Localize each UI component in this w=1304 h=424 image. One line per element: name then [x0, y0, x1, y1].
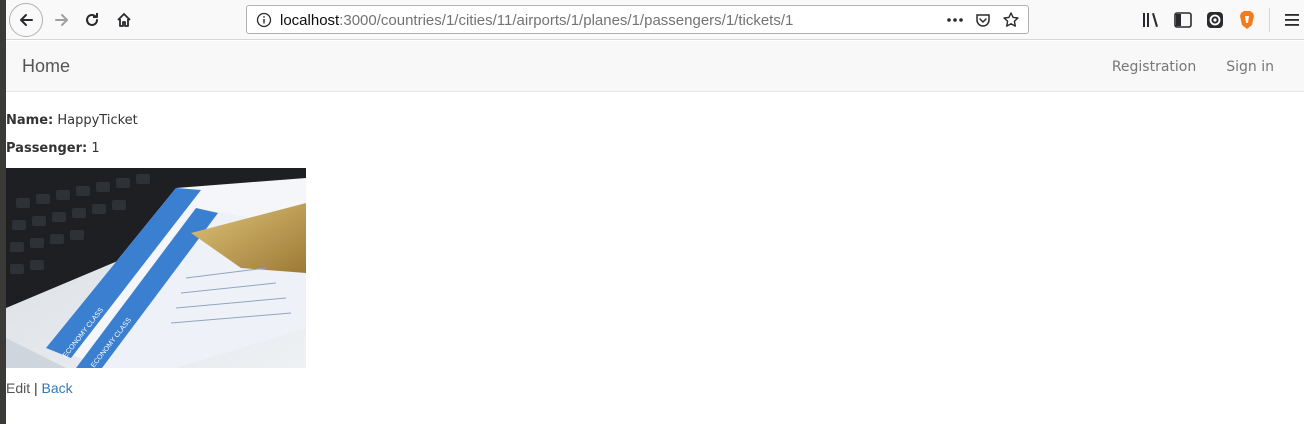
url-text: localhost:3000/countries/1/cities/11/air…	[280, 12, 793, 29]
name-value: HappyTicket	[57, 113, 138, 128]
action-links: Edit | Back	[6, 380, 73, 396]
registration-link[interactable]: Registration	[1112, 59, 1196, 75]
brave-button[interactable]	[1235, 8, 1259, 32]
extension-button[interactable]	[1203, 8, 1227, 32]
navbar-right: Registration Sign in	[1112, 59, 1274, 75]
back-button[interactable]	[9, 3, 43, 37]
toolbar-separator	[1269, 8, 1270, 32]
reload-button[interactable]	[78, 6, 106, 34]
edit-link[interactable]: Edit	[6, 380, 30, 396]
url-bar[interactable]: localhost:3000/countries/1/cities/11/air…	[246, 5, 1029, 34]
home-button[interactable]	[110, 6, 138, 34]
pocket-icon	[976, 14, 990, 27]
url-host: localhost	[280, 12, 340, 29]
forward-button[interactable]	[48, 6, 76, 34]
toolbar-right-icons	[1139, 8, 1304, 32]
library-button[interactable]	[1139, 8, 1163, 32]
passenger-value: 1	[91, 141, 100, 156]
page-actions-button[interactable]	[944, 9, 966, 31]
link-separator: |	[34, 380, 38, 396]
passenger-label: Passenger:	[6, 141, 88, 156]
home-icon	[117, 13, 131, 27]
forward-icon	[55, 14, 68, 26]
hamburger-menu-icon	[1285, 14, 1299, 26]
back-icon	[20, 14, 33, 26]
bookmark-star-icon	[1003, 12, 1019, 27]
url-actions	[944, 9, 1022, 31]
sidebar-icon	[1174, 12, 1192, 28]
ticket-name-field: Name: HappyTicket	[6, 112, 138, 130]
extension-icon	[1207, 12, 1223, 28]
back-link[interactable]: Back	[42, 380, 73, 396]
brave-icon	[1240, 11, 1254, 29]
bookmark-button[interactable]	[1000, 9, 1022, 31]
pocket-button[interactable]	[972, 9, 994, 31]
more-icon	[947, 18, 963, 22]
main-menu-button[interactable]	[1280, 8, 1304, 32]
info-icon[interactable]	[256, 12, 272, 28]
sign-in-link[interactable]: Sign in	[1226, 59, 1274, 75]
library-icon	[1143, 13, 1158, 27]
ticket-passenger-field: Passenger: 1	[6, 140, 138, 158]
browser-toolbar: localhost:3000/countries/1/cities/11/air…	[6, 0, 1304, 40]
brand-home-link[interactable]: Home	[22, 56, 70, 77]
ticket-details: Name: HappyTicket Passenger: 1	[6, 112, 138, 168]
ticket-image: ECONOMY CLASS ECONOMY CLASS	[6, 168, 306, 368]
url-path: :3000/countries/1/cities/11/airports/1/p…	[339, 12, 794, 29]
reload-icon	[86, 13, 98, 26]
sidebar-button[interactable]	[1171, 8, 1195, 32]
app-navbar: Home Registration Sign in	[6, 41, 1304, 92]
name-label: Name:	[6, 113, 54, 128]
